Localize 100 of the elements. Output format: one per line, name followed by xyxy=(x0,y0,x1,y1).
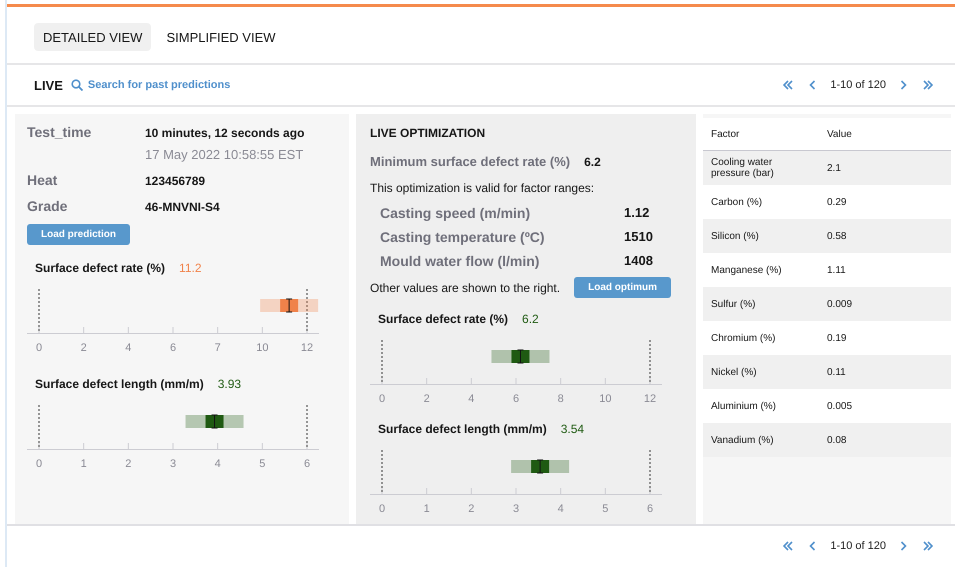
tick-label: 5 xyxy=(602,503,608,515)
table-cell: 2.1 xyxy=(819,150,951,185)
limit-line xyxy=(306,288,308,334)
field-value: 10 minutes, 12 seconds ago xyxy=(145,126,306,140)
double-chevron-right-icon xyxy=(923,541,933,551)
load-prediction-button[interactable]: Load prediction xyxy=(27,224,130,245)
table-cell: Carbon (%) xyxy=(703,185,819,219)
tick-label: 1 xyxy=(80,458,87,470)
chart-value: 6.2 xyxy=(522,312,539,326)
factor-label: Casting speed (m/min) xyxy=(380,205,532,221)
field-value: 46-MNVNI-S4 xyxy=(145,200,221,214)
tick-label: 3 xyxy=(512,503,520,515)
chevron-right-icon xyxy=(900,541,907,551)
tick-label: 0 xyxy=(36,342,42,354)
pagination-text: 1-10 of 120 xyxy=(830,79,886,91)
search-link[interactable]: Search for past predictions xyxy=(88,79,230,91)
chart-value: 11.2 xyxy=(179,261,202,275)
range-marker xyxy=(186,414,244,428)
table-cell: Cooling water pressure (bar) xyxy=(703,150,819,185)
table-cell: Chromium (%) xyxy=(703,321,819,355)
chevron-left-icon xyxy=(809,80,816,90)
tick-label: 1 xyxy=(424,503,430,515)
tick-label: 4 xyxy=(214,458,221,470)
tick-label: 2 xyxy=(468,503,474,515)
tick-label: 2 xyxy=(125,458,132,470)
live-label: LIVE xyxy=(34,78,63,92)
double-chevron-right-icon xyxy=(923,80,933,90)
chart-title: Surface defect length (mm/m) xyxy=(378,422,547,436)
range-marker xyxy=(491,350,550,364)
range-marker xyxy=(511,460,570,474)
limit-line xyxy=(306,404,308,450)
next-page-button[interactable] xyxy=(898,539,909,553)
field-label: Grade xyxy=(27,198,68,214)
tick-label: 5 xyxy=(259,458,266,470)
tick-label: 10 xyxy=(599,393,612,405)
table-cell: 0.08 xyxy=(819,423,951,457)
factor-label: Mould water flow (l/min) xyxy=(380,253,540,269)
timestamp: 17 May 2022 10:58:55 EST xyxy=(145,147,304,162)
tick-label: 10 xyxy=(256,342,268,354)
field-label: Minimum surface defect rate (%) xyxy=(370,154,570,169)
tick-label: 6 xyxy=(170,342,176,354)
tick-label: 4 xyxy=(125,342,132,354)
table-cell: 0.11 xyxy=(819,355,951,389)
description-text: Other values are shown to the right. xyxy=(370,280,560,294)
table-cell: Sulfur (%) xyxy=(703,287,819,321)
factor-label: Casting temperature (ºC) xyxy=(380,229,546,245)
tick-label: 4 xyxy=(558,503,564,515)
description-text: This optimization is valid for factor ranges: xyxy=(370,181,596,195)
tick-label: 0 xyxy=(378,393,386,405)
first-page-button[interactable] xyxy=(781,539,796,553)
limit-line xyxy=(38,404,40,450)
table-cell: Vanadium (%) xyxy=(703,423,819,457)
chevron-left-icon xyxy=(809,541,816,551)
field-label: Heat xyxy=(27,172,58,188)
chart-title: Surface defect rate (%) xyxy=(378,312,508,326)
table-cell: Silicon (%) xyxy=(703,219,819,253)
last-page-button[interactable] xyxy=(921,78,935,92)
table-cell: 1.11 xyxy=(819,253,951,287)
table-cell: 0.58 xyxy=(819,219,951,253)
first-page-button[interactable] xyxy=(781,78,796,92)
tick-label: 4 xyxy=(468,393,474,405)
last-page-button[interactable] xyxy=(921,539,935,553)
tick-label: 12 xyxy=(300,342,314,354)
tick-label: 0 xyxy=(378,503,386,515)
tick-label: 6 xyxy=(646,503,654,515)
chart-value: 3.54 xyxy=(560,422,584,436)
table-cell: Manganese (%) xyxy=(703,253,819,287)
tick-label: 3 xyxy=(170,458,176,470)
table-cell: Nickel (%) xyxy=(703,355,819,389)
table-cell: Aluminium (%) xyxy=(703,389,819,423)
chart-value: 3.93 xyxy=(218,377,242,391)
section-title: LIVE OPTIMIZATION xyxy=(370,126,486,140)
next-page-button[interactable] xyxy=(898,78,909,92)
chart-title: Surface defect rate (%) xyxy=(35,261,166,275)
tick-label: 8 xyxy=(558,393,564,405)
view-tab[interactable]: DETAILED VIEW xyxy=(34,23,152,51)
table-cell: 0.19 xyxy=(819,321,951,355)
factor-value: 1408 xyxy=(624,253,654,269)
tick-label: 6 xyxy=(512,393,520,405)
field-value: 123456789 xyxy=(145,174,206,188)
tick-label: 2 xyxy=(80,342,87,354)
tick-label: 2 xyxy=(424,393,430,405)
pagination-text: 1-10 of 120 xyxy=(830,540,886,552)
view-tab[interactable]: SIMPLIFIED VIEW xyxy=(157,23,285,51)
factor-value: 1.12 xyxy=(624,205,650,221)
load-optimum-button[interactable]: Load optimum xyxy=(574,277,671,298)
tick-label: 0 xyxy=(36,458,42,470)
tick-label: 7 xyxy=(214,342,221,354)
table-cell: 0.009 xyxy=(819,287,951,321)
table-cell: 0.29 xyxy=(819,185,951,219)
factor-value: 1510 xyxy=(624,229,654,245)
table-cell: 0.005 xyxy=(819,389,951,423)
field-label: Test_time xyxy=(27,124,92,140)
range-marker xyxy=(260,298,318,312)
field-value: 6.2 xyxy=(584,155,601,169)
double-chevron-left-icon xyxy=(783,541,794,551)
double-chevron-left-icon xyxy=(783,80,794,90)
tick-label: 6 xyxy=(304,458,310,470)
chart-title: Surface defect length (mm/m) xyxy=(35,377,204,391)
chevron-right-icon xyxy=(900,80,907,90)
